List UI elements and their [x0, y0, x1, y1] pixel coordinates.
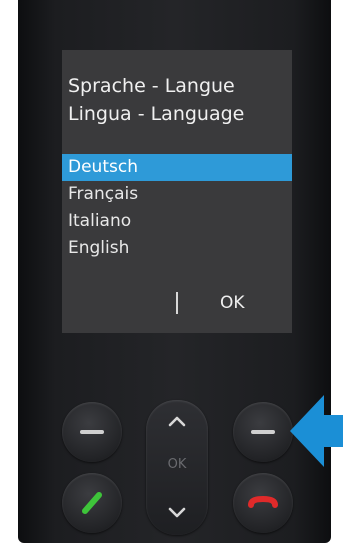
chevron-down-icon[interactable]	[167, 502, 187, 522]
left-softkey-button[interactable]	[62, 402, 122, 462]
page: Sprache - Langue Lingua - Language Deuts…	[0, 0, 343, 543]
chevron-up-icon[interactable]	[167, 412, 187, 432]
navigation-rocker[interactable]: OK	[146, 400, 208, 535]
right-softkey-button[interactable]	[233, 402, 293, 462]
softkey-bar: OK	[62, 290, 292, 316]
softkey-ok-label: OK	[220, 293, 245, 313]
language-title: Sprache - Langue Lingua - Language	[68, 72, 244, 128]
end-call-button[interactable]	[233, 473, 293, 533]
language-option-english[interactable]: English	[62, 235, 292, 262]
phone-display: Sprache - Langue Lingua - Language Deuts…	[62, 50, 292, 333]
call-button[interactable]	[62, 473, 122, 533]
language-option-italiano[interactable]: Italiano	[62, 208, 292, 235]
language-list: Deutsch Français Italiano English	[62, 154, 292, 262]
blue-arrow-pointing-left-icon	[290, 393, 343, 467]
title-line-2: Lingua - Language	[68, 103, 245, 125]
red-handset-icon	[247, 489, 279, 517]
title-line-1: Sprache - Langue	[68, 75, 235, 97]
nav-ok-label[interactable]: OK	[146, 457, 208, 472]
language-option-francais[interactable]: Français	[62, 181, 292, 208]
softkey-separator	[176, 292, 178, 314]
language-option-deutsch[interactable]: Deutsch	[62, 154, 292, 181]
minus-icon	[251, 430, 275, 434]
minus-icon	[80, 430, 104, 434]
green-handset-icon	[76, 487, 108, 519]
